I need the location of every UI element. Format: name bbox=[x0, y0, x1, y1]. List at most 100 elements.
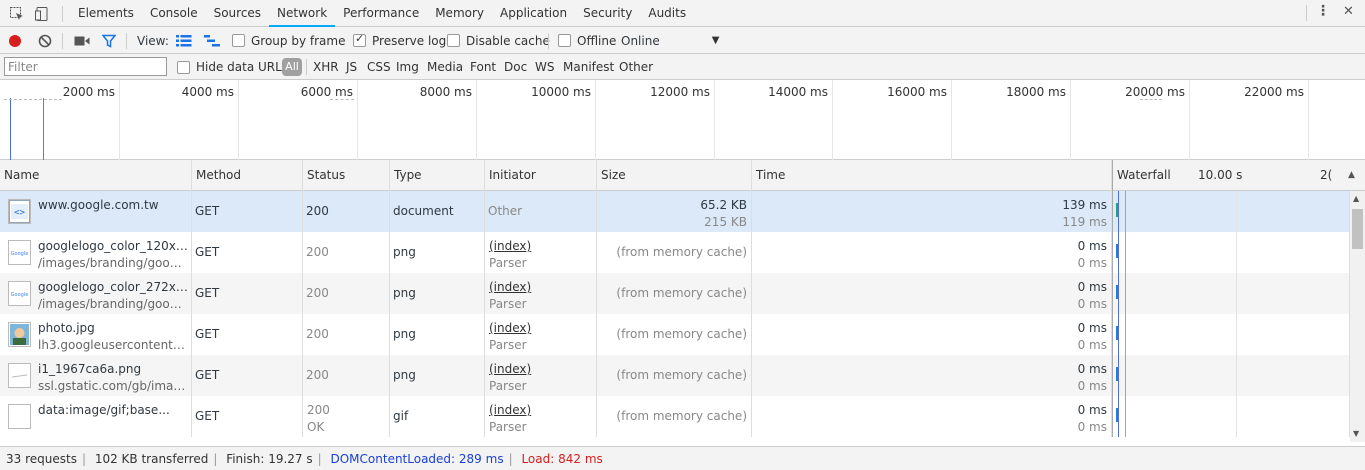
record-button[interactable] bbox=[9, 27, 21, 54]
cell-type: png bbox=[390, 273, 485, 314]
filter-type-css[interactable]: CSS bbox=[367, 54, 391, 80]
google-logo-thumb: Google bbox=[8, 281, 31, 306]
close-icon[interactable]: ✕ bbox=[1343, 4, 1354, 19]
filter-all-button[interactable]: All bbox=[282, 58, 302, 76]
devtools-tab-bar: Elements Console Sources Network Performance… bbox=[0, 0, 1365, 27]
column-header-time[interactable]: Time bbox=[752, 160, 1112, 191]
initiator-link[interactable]: (index) bbox=[489, 320, 596, 337]
initiator-link[interactable]: (index) bbox=[489, 361, 596, 378]
initiator-source: Parser bbox=[489, 338, 527, 352]
scroll-down-arrow-icon[interactable]: ▼ bbox=[1353, 429, 1359, 438]
cell-name[interactable]: Google googlelogo_color_120x44... /images/… bbox=[0, 232, 192, 273]
tab-elements[interactable]: Elements bbox=[70, 0, 142, 27]
table-row[interactable]: Google googlelogo_color_120x44... /images/… bbox=[0, 232, 1350, 273]
cell-name[interactable]: photo.jpg lh3.googleusercontent.co... bbox=[0, 314, 192, 355]
inspect-element-icon[interactable] bbox=[9, 6, 25, 22]
column-header-size[interactable]: Size bbox=[597, 160, 752, 191]
cell-size: (from memory cache) bbox=[597, 273, 752, 314]
overview-tick-label: 20000 ms bbox=[1125, 85, 1185, 99]
device-toolbar-icon[interactable] bbox=[34, 6, 50, 22]
overview-gridline bbox=[832, 80, 833, 160]
total-time: 139 ms bbox=[1062, 198, 1107, 212]
column-header-initiator[interactable]: Initiator bbox=[485, 160, 597, 191]
cell-type: gif bbox=[390, 396, 485, 437]
dcl-line bbox=[1118, 314, 1119, 355]
request-table-header: Name Method Status Type Initiator Size T… bbox=[0, 160, 1365, 191]
request-path: /images/branding/google... bbox=[38, 297, 188, 311]
filter-type-xhr[interactable]: XHR bbox=[313, 54, 339, 80]
filter-type-ws[interactable]: WS bbox=[535, 54, 554, 80]
initiator-link[interactable]: (index) bbox=[489, 402, 596, 419]
video-camera-icon bbox=[74, 36, 90, 45]
column-header-method[interactable]: Method bbox=[192, 160, 303, 191]
disable-cache-checkbox[interactable]: Disable cache bbox=[447, 27, 550, 54]
tab-network[interactable]: Network bbox=[269, 0, 336, 27]
tab-application[interactable]: Application bbox=[492, 0, 575, 27]
column-header-name[interactable]: Name bbox=[0, 160, 192, 191]
cell-waterfall bbox=[1112, 273, 1350, 314]
cell-name[interactable]: Google googlelogo_color_272x92... /images/… bbox=[0, 273, 192, 314]
cell-status: 200 OK bbox=[303, 396, 390, 437]
cell-initiator: Other bbox=[485, 191, 597, 232]
offline-box[interactable] bbox=[558, 34, 571, 47]
clear-button[interactable] bbox=[38, 27, 52, 54]
offline-checkbox[interactable]: Offline bbox=[558, 27, 616, 54]
capture-screenshots-button[interactable] bbox=[74, 27, 90, 54]
scrollbar-thumb[interactable] bbox=[1352, 209, 1363, 249]
cell-name[interactable]: i1_1967ca6a.png ssl.gstatic.com/gb/images bbox=[0, 355, 192, 396]
cell-waterfall bbox=[1112, 355, 1350, 396]
column-header-type[interactable]: Type bbox=[390, 160, 485, 191]
cell-time: 0 ms 0 ms bbox=[752, 355, 1112, 396]
column-header-waterfall[interactable]: Waterfall 10.00 s 2( ▲ bbox=[1112, 160, 1365, 191]
tab-console[interactable]: Console bbox=[142, 0, 206, 27]
filter-type-font[interactable]: Font bbox=[470, 54, 496, 80]
show-overview-button[interactable] bbox=[204, 27, 220, 54]
scroll-up-arrow-icon[interactable]: ▲ bbox=[1353, 194, 1359, 203]
table-row[interactable]: Google googlelogo_color_272x92... /images/… bbox=[0, 273, 1350, 314]
cell-name[interactable]: <> www.google.com.tw bbox=[0, 191, 192, 232]
filter-toggle-button[interactable] bbox=[102, 27, 116, 54]
tab-security[interactable]: Security bbox=[575, 0, 640, 27]
cell-time: 0 ms 0 ms bbox=[752, 273, 1112, 314]
more-options-icon[interactable]: ⋮ bbox=[1316, 3, 1330, 19]
cell-name[interactable]: data:image/gif;base... bbox=[0, 396, 192, 437]
filter-type-media[interactable]: Media bbox=[427, 54, 463, 80]
group-by-frame-label: Group by frame bbox=[251, 33, 346, 48]
table-row[interactable]: i1_1967ca6a.png ssl.gstatic.com/gb/images… bbox=[0, 355, 1350, 396]
filter-type-other[interactable]: Other bbox=[619, 54, 653, 80]
throttling-select[interactable]: Online ▼ bbox=[621, 27, 719, 54]
dcl-marker bbox=[10, 98, 11, 160]
disable-cache-box[interactable] bbox=[447, 34, 460, 47]
filter-type-img[interactable]: Img bbox=[396, 54, 419, 80]
filter-type-js[interactable]: JS bbox=[346, 54, 357, 80]
cell-time: 0 ms 0 ms bbox=[752, 314, 1112, 355]
cell-method: GET bbox=[192, 232, 303, 273]
initiator-link[interactable]: (index) bbox=[489, 238, 596, 255]
filter-input[interactable] bbox=[4, 57, 167, 76]
vertical-scrollbar[interactable]: ▲ ▼ bbox=[1350, 191, 1365, 442]
load-line bbox=[1125, 232, 1126, 273]
table-row[interactable]: photo.jpg lh3.googleusercontent.co... GET 2… bbox=[0, 314, 1350, 355]
tab-performance[interactable]: Performance bbox=[335, 0, 427, 27]
preserve-log-box[interactable] bbox=[353, 32, 366, 47]
hide-data-urls-checkbox[interactable]: Hide data URLs bbox=[177, 54, 288, 80]
filter-type-manifest[interactable]: Manifest bbox=[563, 54, 614, 80]
column-header-status[interactable]: Status bbox=[303, 160, 390, 191]
hide-data-urls-box[interactable] bbox=[177, 60, 190, 74]
filter-type-doc[interactable]: Doc bbox=[504, 54, 527, 80]
tab-memory[interactable]: Memory bbox=[427, 0, 492, 27]
group-by-frame-box[interactable] bbox=[232, 34, 245, 47]
initiator-link[interactable]: (index) bbox=[489, 279, 596, 296]
preserve-log-checkbox[interactable]: Preserve log bbox=[353, 27, 446, 54]
request-name: photo.jpg bbox=[38, 321, 95, 335]
toolbar-divider bbox=[62, 6, 63, 22]
table-row[interactable]: <> www.google.com.tw GET 200 document Other 65… bbox=[0, 191, 1350, 232]
toolbar-divider bbox=[548, 33, 549, 49]
table-row[interactable]: data:image/gif;base... GET 200 OK gif (index)… bbox=[0, 396, 1350, 437]
toolbar-divider bbox=[126, 33, 127, 49]
cell-method: GET bbox=[192, 355, 303, 396]
tab-sources[interactable]: Sources bbox=[206, 0, 269, 27]
tab-audits[interactable]: Audits bbox=[640, 0, 694, 27]
large-request-rows-button[interactable] bbox=[176, 27, 192, 54]
group-by-frame-checkbox[interactable]: Group by frame bbox=[232, 27, 345, 54]
